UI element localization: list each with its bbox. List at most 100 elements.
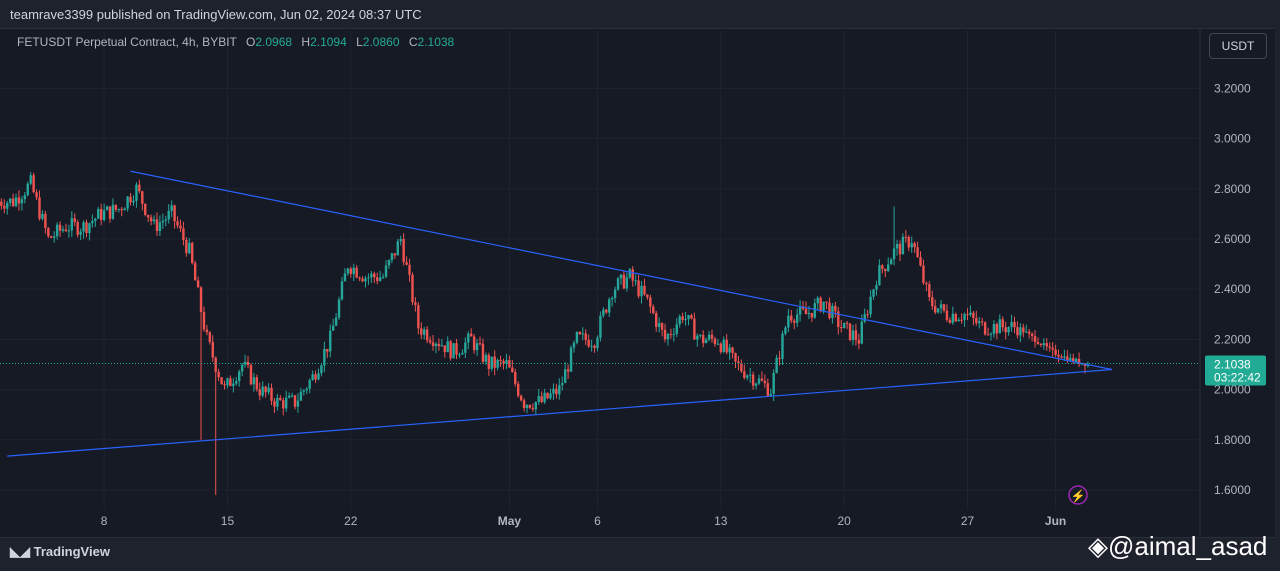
- candle-body: [393, 253, 397, 256]
- candle-body: [646, 294, 649, 298]
- candle-body: [493, 356, 496, 368]
- candle-body: [1036, 341, 1040, 344]
- candle-body: [50, 236, 53, 238]
- candle-body: [537, 396, 540, 402]
- candle-body: [622, 274, 626, 289]
- candle-body: [478, 343, 482, 345]
- candle-body: [208, 332, 212, 342]
- close-label: C: [408, 35, 418, 49]
- candle-body: [399, 239, 402, 242]
- candle-body: [922, 265, 925, 283]
- y-tick-label: 2.8000: [1214, 182, 1251, 196]
- candle-body: [267, 387, 270, 393]
- candle-body: [243, 361, 247, 365]
- candle-body: [590, 345, 593, 347]
- candle-body: [740, 363, 743, 372]
- candle-body: [255, 377, 259, 390]
- candle-body: [126, 196, 129, 209]
- candle-body: [572, 342, 576, 348]
- candle-body: [408, 264, 411, 275]
- candle-body: [176, 221, 179, 226]
- x-tick-label: May: [498, 514, 522, 528]
- candle-body: [167, 210, 170, 220]
- candle-body: [117, 209, 121, 211]
- candle-body: [364, 278, 367, 282]
- x-tick-label: 8: [101, 514, 108, 528]
- candle-body: [111, 204, 115, 219]
- candle-body: [384, 265, 388, 277]
- candle-body: [555, 388, 558, 395]
- candle-body: [939, 304, 943, 309]
- tradingview-logo[interactable]: ◣◢ TradingView: [10, 544, 110, 560]
- candle-body: [170, 205, 173, 211]
- candle-body: [910, 243, 913, 248]
- candle-body: [766, 383, 770, 396]
- candle-body: [863, 314, 866, 322]
- candle-body: [305, 388, 308, 391]
- candle-body: [232, 383, 235, 387]
- candle-body: [323, 348, 326, 366]
- candle-body: [279, 397, 282, 401]
- candle-body: [702, 334, 705, 344]
- price-chart[interactable]: 3.20003.00002.80002.60002.40002.20002.00…: [0, 0, 1280, 571]
- candle-body: [97, 209, 100, 219]
- candle-body: [214, 357, 217, 372]
- candle-body: [901, 236, 905, 255]
- candle-body: [220, 377, 223, 385]
- candle-body: [152, 219, 156, 222]
- candle-body: [396, 241, 399, 256]
- currency-button[interactable]: USDT: [1209, 33, 1267, 59]
- candle-body: [546, 392, 549, 399]
- candle-body: [1042, 343, 1046, 346]
- candle-body: [431, 342, 435, 347]
- candle-body: [240, 364, 244, 372]
- candle-body: [284, 397, 288, 409]
- candle-body: [502, 360, 505, 364]
- candle-body: [1033, 336, 1037, 342]
- high-value: 2.1094: [310, 35, 347, 49]
- candle-body: [355, 267, 358, 278]
- candle-body: [784, 327, 787, 334]
- candle-body: [719, 343, 723, 352]
- candle-body: [690, 315, 693, 319]
- candle-body: [613, 289, 617, 298]
- candle-body: [487, 355, 491, 369]
- candle-body: [326, 348, 329, 352]
- candle-body: [816, 297, 819, 304]
- candle-body: [772, 372, 775, 394]
- candle-body: [434, 343, 438, 347]
- candle-body: [85, 222, 88, 234]
- candle-body: [619, 274, 623, 279]
- candle-body: [1074, 358, 1078, 362]
- candle-body: [425, 329, 429, 341]
- candle-body: [696, 335, 699, 340]
- candle-body: [8, 198, 12, 203]
- candle-body: [1022, 327, 1025, 333]
- candle-body: [455, 343, 458, 355]
- candle-body: [514, 372, 517, 384]
- candle-body: [781, 333, 784, 359]
- candle-body: [484, 355, 488, 362]
- candle-body: [722, 339, 725, 352]
- candle-body: [17, 197, 21, 204]
- candle-body: [11, 198, 15, 207]
- candle-body: [1007, 327, 1010, 333]
- candle-body: [1013, 322, 1016, 328]
- candle-body: [1048, 346, 1051, 348]
- high-label: H: [301, 35, 311, 49]
- candle-body: [672, 333, 676, 335]
- candle-body: [887, 264, 890, 272]
- y-tick-label: 1.8000: [1214, 433, 1251, 447]
- candle-body: [1045, 343, 1048, 347]
- candle-body: [449, 341, 452, 359]
- candle-body: [669, 334, 673, 336]
- watermark: ◈@aimal_asad: [1088, 531, 1267, 562]
- candle-body: [211, 341, 214, 358]
- candle-body: [857, 339, 861, 344]
- candle-body: [238, 371, 241, 382]
- candle-body: [561, 383, 564, 386]
- candle-body: [317, 373, 320, 380]
- candle-body: [481, 343, 485, 362]
- candle-body: [840, 327, 843, 329]
- candle-body: [458, 354, 461, 356]
